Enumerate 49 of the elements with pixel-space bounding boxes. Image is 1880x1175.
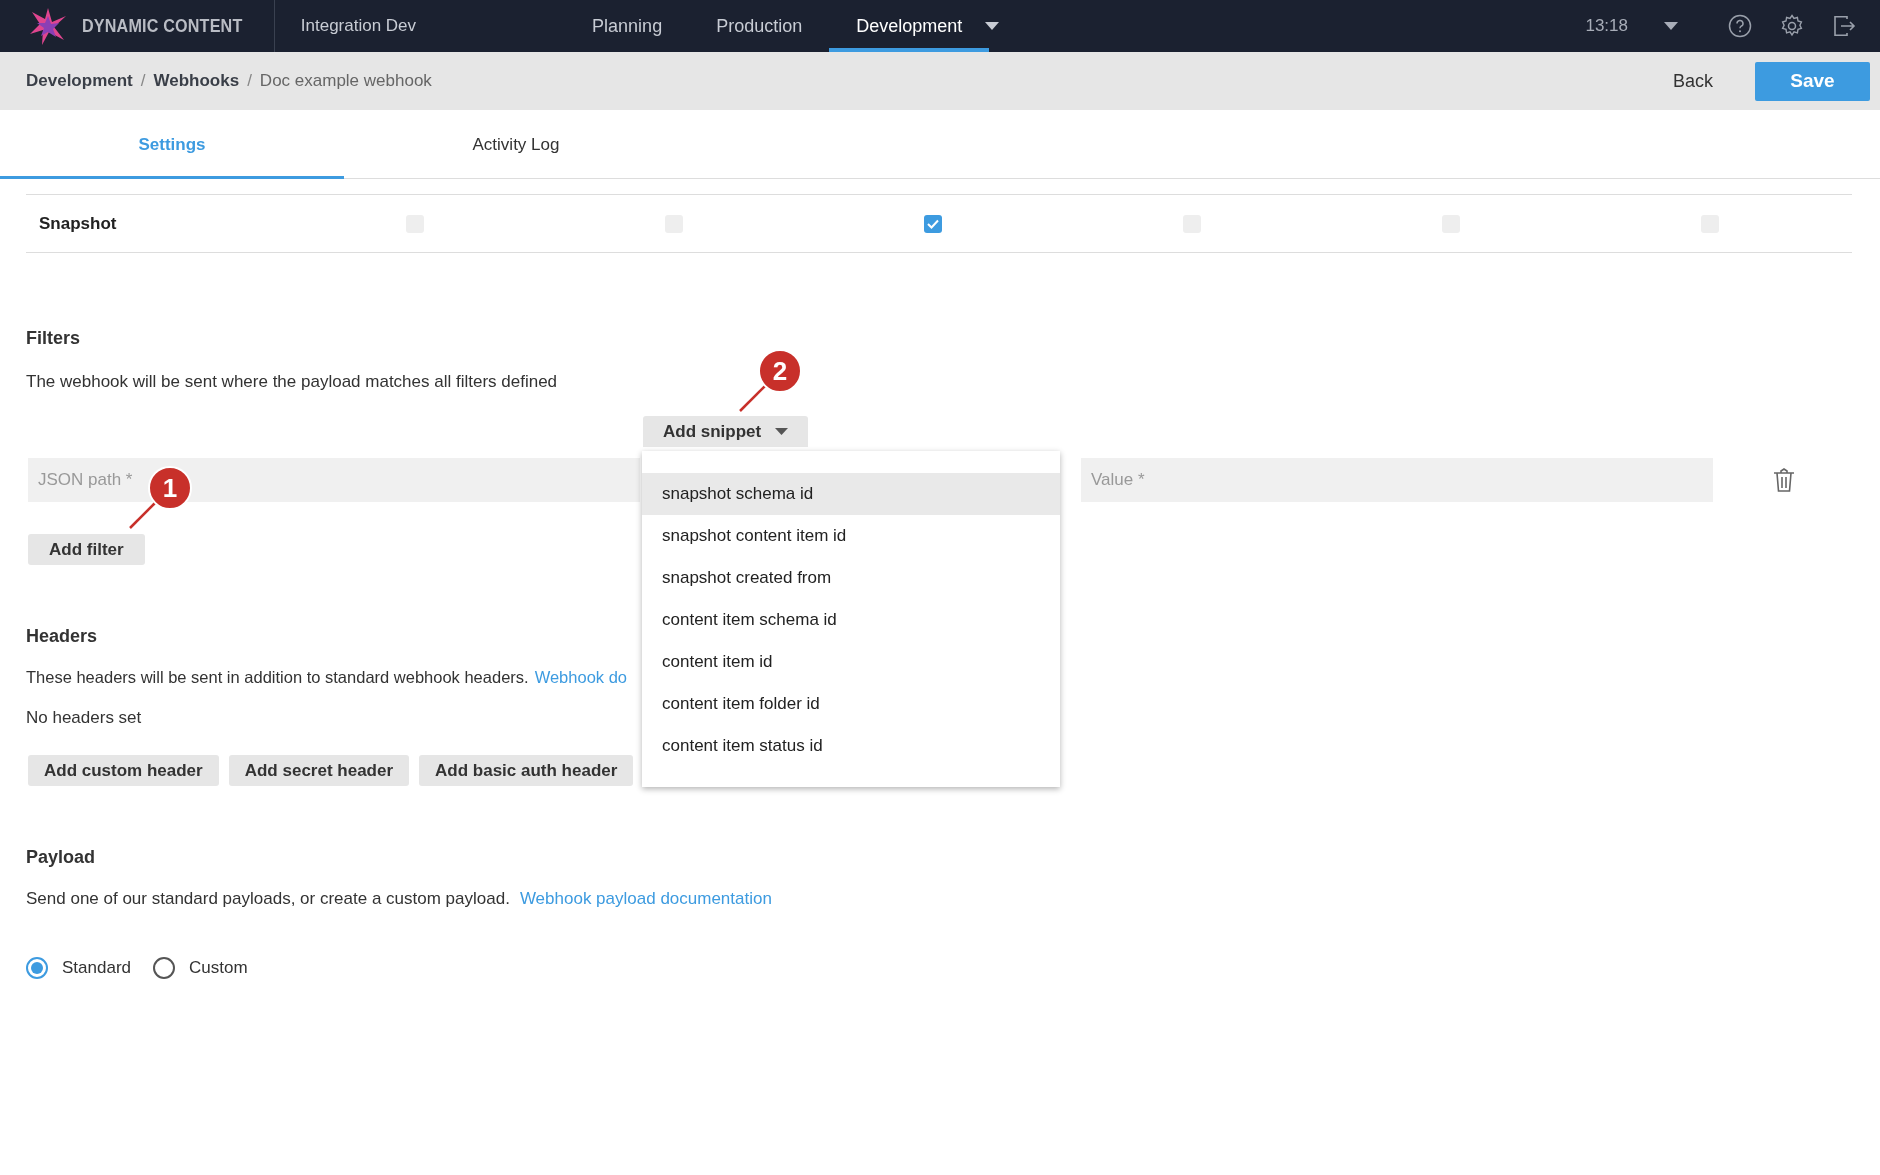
add-filter-button[interactable]: Add filter (28, 534, 145, 565)
input-field[interactable]: Value * (1081, 458, 1713, 502)
section-heading: Payload (26, 847, 96, 868)
caret-icon[interactable] (1664, 22, 1678, 30)
callout-marker: 2 (758, 349, 802, 393)
empty-message: No headers set (26, 708, 142, 728)
add-header-button[interactable]: Add custom header (28, 755, 219, 786)
radio-button[interactable] (153, 957, 175, 979)
tab[interactable]: Activity Log (344, 110, 688, 179)
section-description: Send one of our standard payloads, or create a custom payload. (26, 889, 510, 909)
section-description: The webhook will be sent where the payload matches all filters defined (26, 372, 558, 392)
menu-item[interactable]: content item id (642, 641, 1060, 683)
add-snippet-button[interactable]: Add snippet (643, 416, 809, 447)
radio-label[interactable]: Custom (189, 958, 248, 978)
leader-line (739, 384, 767, 412)
menu-item[interactable]: content item schema id (642, 599, 1060, 641)
clock-time: 13:18 (1585, 15, 1628, 37)
nav-tab[interactable]: Production (689, 0, 830, 52)
menu-item[interactable]: snapshot created from (642, 557, 1060, 599)
add-header-button[interactable]: Add basic auth header (419, 755, 634, 786)
radio-button[interactable] (26, 957, 48, 979)
callout-marker: 1 (148, 466, 192, 510)
menu-item[interactable]: content item status id (642, 725, 1060, 767)
trash-icon[interactable] (1773, 467, 1795, 493)
breadcrumb-link[interactable]: Development (26, 71, 133, 91)
menu-item[interactable]: snapshot schema id (642, 473, 1060, 515)
breadcrumb-separator: / (140, 71, 146, 91)
breadcrumb-separator: / (247, 71, 252, 91)
caret-icon (775, 428, 789, 435)
app-logo-text: DYNAMIC CONTENT (82, 15, 243, 37)
breadcrumb-current: Doc example webhook (259, 71, 432, 91)
section-description: These headers will be sent in addition to standard webhook headers. (26, 668, 529, 687)
caret-icon[interactable] (985, 22, 1000, 30)
section-heading: Headers (26, 626, 98, 647)
leader-line (129, 501, 157, 529)
checkbox[interactable] (923, 214, 942, 233)
hub-name[interactable]: Integration Dev (274, 0, 443, 52)
back-link[interactable]: Back (1672, 70, 1713, 92)
menu-item[interactable]: content item folder id (642, 683, 1060, 725)
settings-icon[interactable] (1780, 14, 1804, 38)
logout-icon[interactable] (1832, 14, 1856, 38)
radio-label[interactable]: Standard (62, 958, 131, 978)
breadcrumb-link[interactable]: Webhooks (153, 71, 240, 91)
section-heading: Filters (26, 328, 81, 349)
nav-tab[interactable]: Planning (565, 0, 690, 52)
row-label: Snapshot (38, 213, 117, 234)
add-header-button[interactable]: Add secret header (228, 755, 410, 786)
menu-item[interactable]: snapshot content item id (642, 515, 1060, 557)
help-icon[interactable] (1728, 14, 1752, 38)
